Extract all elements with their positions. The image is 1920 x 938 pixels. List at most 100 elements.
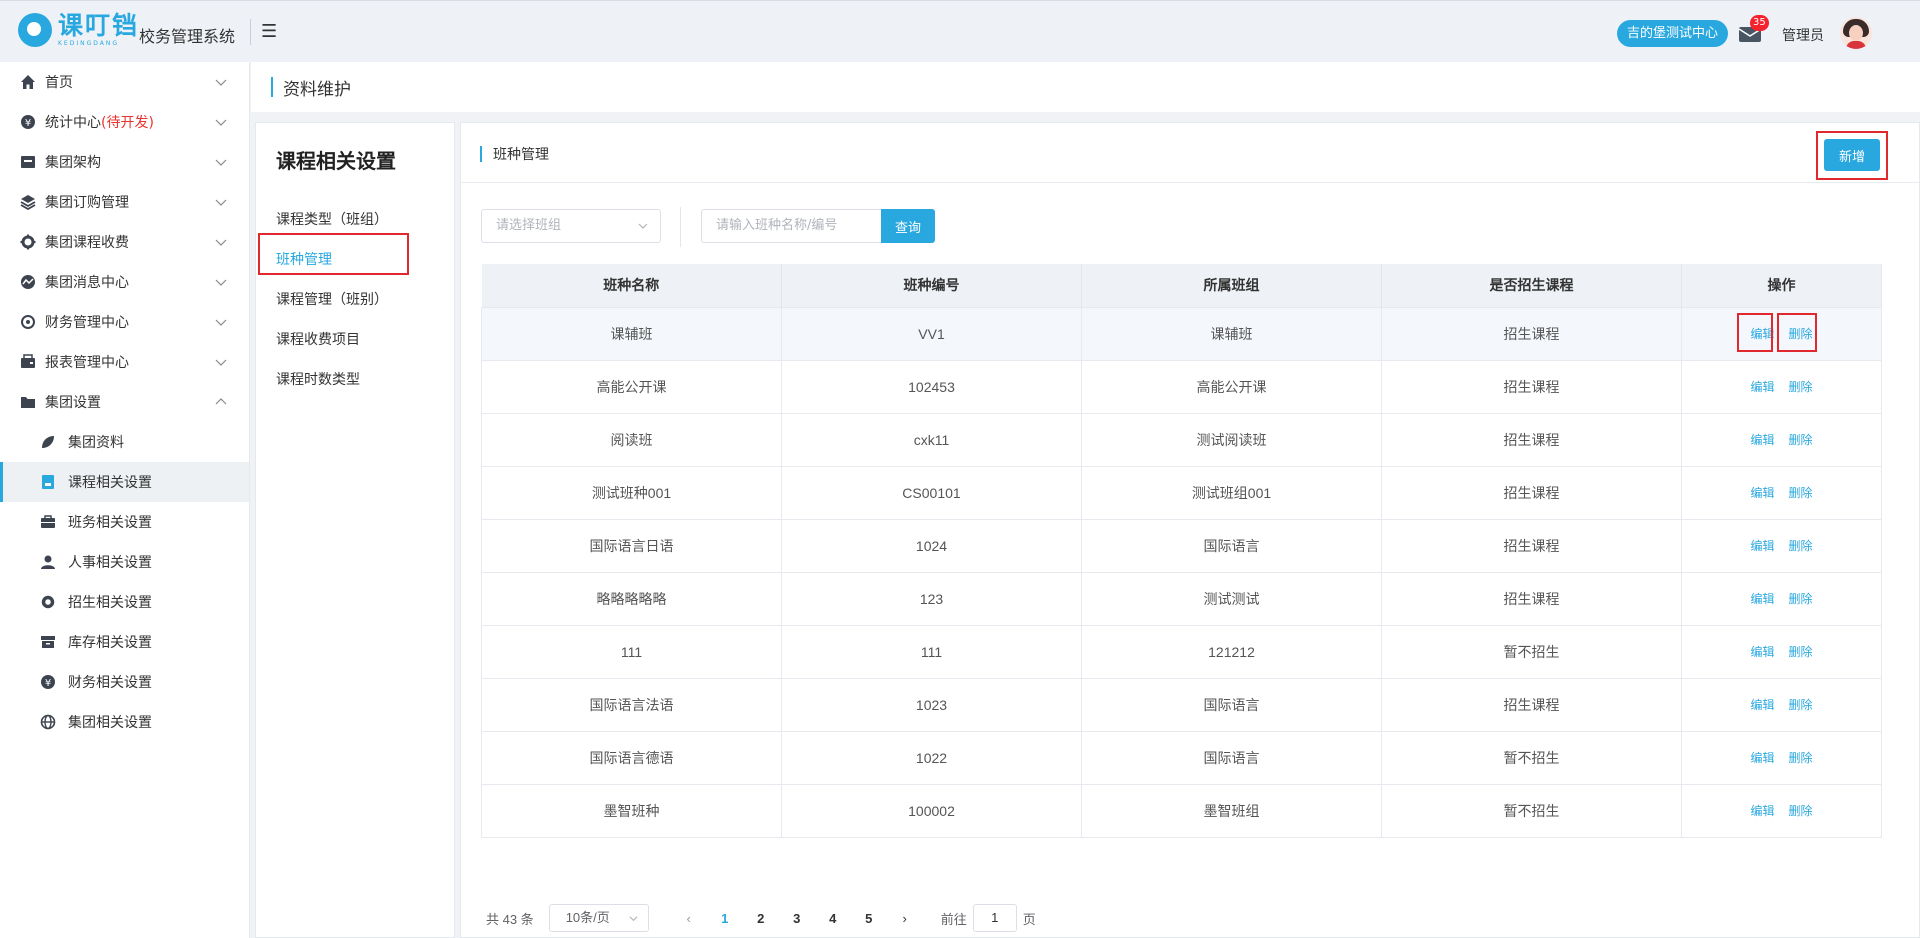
table-row: 国际语言德语 1022 国际语言 暂不招生 编辑 删除: [481, 730, 1882, 785]
table-cell: 100002: [781, 783, 1082, 838]
sidebar-subitem-course-settings[interactable]: 课程相关设置: [0, 462, 249, 502]
sidebar-item-home[interactable]: 首页: [0, 62, 249, 102]
next-page-icon[interactable]: ›: [887, 911, 923, 926]
delete-link[interactable]: 删除: [1789, 696, 1813, 713]
user-name[interactable]: 管理员: [1782, 25, 1824, 45]
table-cell: 招生课程: [1381, 412, 1682, 467]
sidebar-item-course-fees[interactable]: 集团课程收费: [0, 222, 249, 262]
settings-link-course-type[interactable]: 课程类型（班组）: [276, 209, 388, 229]
select-placeholder: 请选择班组: [496, 218, 562, 233]
sidebar-subitem-enrollment-settings[interactable]: 招生相关设置: [0, 582, 249, 622]
chevron-down-icon: [638, 223, 648, 229]
mail-count-badge: 35: [1750, 15, 1769, 31]
settings-link-hour-types[interactable]: 课程时数类型: [276, 369, 360, 389]
edit-link[interactable]: 编辑: [1750, 590, 1774, 607]
briefcase-icon: [40, 514, 56, 530]
sidebar-subitem-group-related-settings[interactable]: 集团相关设置: [0, 702, 249, 742]
chevron-down-icon: [215, 79, 227, 86]
table-cell: 国际语言德语: [481, 730, 782, 785]
sidebar-item-reports[interactable]: 报表管理中心: [0, 342, 249, 382]
sidebar-item-label: 集团设置: [45, 395, 101, 411]
table-cell: CS00101: [781, 465, 1082, 520]
delete-link[interactable]: 删除: [1789, 802, 1813, 819]
actions-cell: 编辑 删除: [1681, 359, 1882, 414]
column-header: 操作: [1681, 264, 1882, 307]
actions-cell: 编辑 删除: [1681, 518, 1882, 573]
table-cell: 123: [781, 571, 1082, 626]
avatar[interactable]: [1840, 17, 1872, 49]
logo-subtext: KEDINGDANG: [58, 40, 120, 47]
campus-switch-button[interactable]: 吉的堡测试中心: [1617, 20, 1729, 47]
table-cell: 暂不招生: [1381, 624, 1682, 679]
sidebar-item-label: 班务相关设置: [68, 515, 152, 531]
delete-link[interactable]: 删除: [1789, 378, 1813, 395]
highlight-box: [1816, 131, 1888, 180]
edit-link[interactable]: 编辑: [1750, 696, 1774, 713]
sidebar-subitem-finance-settings[interactable]: ¥ 财务相关设置: [0, 662, 249, 702]
page-number[interactable]: 1: [707, 911, 743, 926]
page-number[interactable]: 2: [743, 911, 779, 926]
sidebar-subitem-hr-settings[interactable]: 人事相关设置: [0, 542, 249, 582]
sidebar-item-note: (待开发): [101, 115, 154, 131]
table-cell: 高能公开课: [481, 359, 782, 414]
sidebar-item-label: 财务管理中心: [45, 315, 129, 331]
edit-link[interactable]: 编辑: [1750, 378, 1774, 395]
yen-circle-icon: ¥: [20, 114, 36, 130]
sidebar-item-group-settings[interactable]: 集团设置: [0, 382, 249, 422]
sidebar-item-messages[interactable]: 集团消息中心: [0, 262, 249, 302]
table-row: 国际语言日语 1024 国际语言 招生课程 编辑 删除: [481, 518, 1882, 573]
sidebar-item-orders[interactable]: 集团订购管理: [0, 182, 249, 222]
delete-link[interactable]: 删除: [1789, 643, 1813, 660]
edit-link[interactable]: 编辑: [1750, 802, 1774, 819]
wallet-icon: [20, 354, 36, 370]
delete-link[interactable]: 删除: [1789, 537, 1813, 554]
sidebar-subitem-class-settings[interactable]: 班务相关设置: [0, 502, 249, 542]
edit-link[interactable]: 编辑: [1750, 643, 1774, 660]
settings-link-fee-items[interactable]: 课程收费项目: [276, 329, 360, 349]
pagination-total: 共 43 条: [486, 911, 534, 927]
page-number[interactable]: 5: [851, 911, 887, 926]
edit-link[interactable]: 编辑: [1750, 537, 1774, 554]
sidebar-item-structure[interactable]: 集团架构: [0, 142, 249, 182]
column-header: 班种编号: [781, 264, 1082, 307]
sidebar-subitem-group-profile[interactable]: 集团资料: [0, 422, 249, 462]
delete-link[interactable]: 删除: [1789, 749, 1813, 766]
chevron-up-icon: [215, 398, 227, 405]
delete-link[interactable]: 删除: [1789, 431, 1813, 448]
search-button[interactable]: 查询: [881, 209, 935, 243]
page-number[interactable]: 3: [779, 911, 815, 926]
table-cell: 国际语言: [1081, 518, 1382, 573]
delete-link[interactable]: 删除: [1789, 590, 1813, 607]
edit-link[interactable]: 编辑: [1750, 749, 1774, 766]
class-type-table: 班种名称 班种编号 所属班组 是否招生课程 操作 课辅班 VV1 课辅班 招生课…: [481, 264, 1882, 838]
sidebar-item-statistics[interactable]: ¥ 统计中心 (待开发): [0, 102, 249, 142]
sidebar-item-finance[interactable]: 财务管理中心: [0, 302, 249, 342]
edit-link[interactable]: 编辑: [1750, 484, 1774, 501]
refresh-circle-icon: [20, 314, 36, 330]
table-cell: 111: [781, 624, 1082, 679]
table-cell: 国际语言法语: [481, 677, 782, 732]
svg-text:¥: ¥: [25, 118, 31, 129]
edit-link[interactable]: 编辑: [1750, 431, 1774, 448]
table-cell: 略略略略略: [481, 571, 782, 626]
chevron-down-icon: [629, 916, 638, 922]
table-cell: 国际语言日语: [481, 518, 782, 573]
box-icon: [40, 634, 56, 650]
delete-link[interactable]: 删除: [1789, 484, 1813, 501]
chevron-down-icon: [215, 319, 227, 326]
sidebar: 首页 ¥ 统计中心 (待开发) 集团架构 集团订购管理 集团课程收费 集团消息中心…: [0, 62, 250, 938]
table-cell: 测试班组001: [1081, 465, 1382, 520]
table-cell: 招生课程: [1381, 677, 1682, 732]
sidebar-item-label: 集团资料: [68, 435, 124, 451]
prev-page-icon[interactable]: ‹: [671, 911, 707, 926]
logo[interactable]: 课叮铛 KEDINGDANG: [18, 13, 139, 47]
table-cell: 102453: [781, 359, 1082, 414]
goto-page-input[interactable]: 1: [972, 904, 1017, 932]
menu-toggle-icon[interactable]: ☰: [250, 19, 278, 45]
class-group-select[interactable]: 请选择班组: [481, 209, 661, 243]
settings-link-course-management[interactable]: 课程管理（班别）: [276, 289, 388, 309]
page-number[interactable]: 4: [815, 911, 851, 926]
page-size-select[interactable]: 10条/页: [548, 904, 649, 932]
search-input[interactable]: 请输入班种名称/编号: [701, 209, 883, 243]
sidebar-subitem-inventory-settings[interactable]: 库存相关设置: [0, 622, 249, 662]
